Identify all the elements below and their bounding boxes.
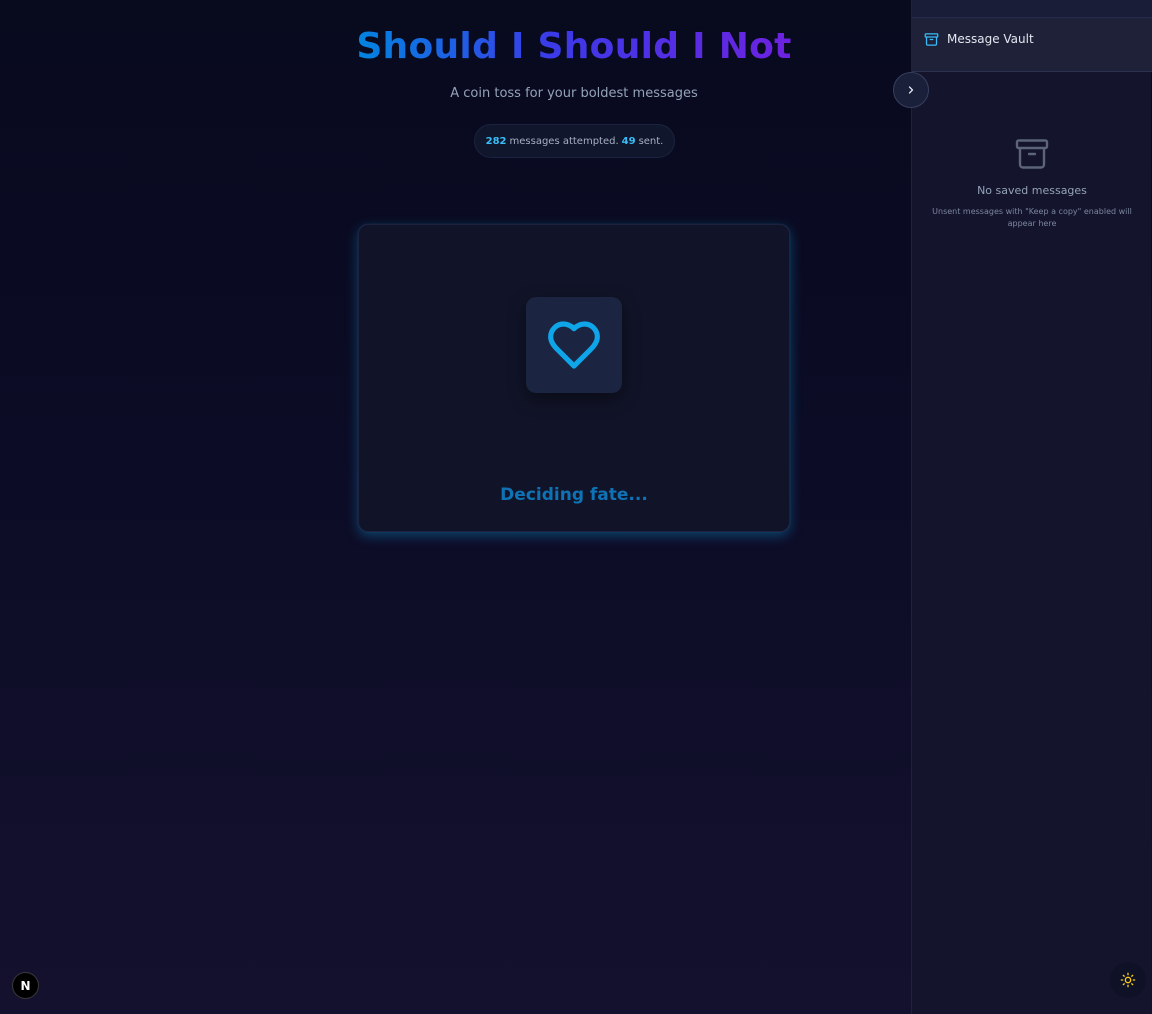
sun-icon <box>1120 972 1136 988</box>
theme-toggle-button[interactable] <box>1110 962 1146 998</box>
sent-label: sent. <box>638 135 664 147</box>
sidebar-toggle-button[interactable] <box>893 72 929 108</box>
sidebar-header: Message Vault <box>912 18 1152 72</box>
attempted-label: messages attempted. <box>509 135 619 147</box>
heart-icon <box>548 321 600 369</box>
sidebar-title: Message Vault <box>947 32 1034 46</box>
archive-icon <box>924 33 939 46</box>
empty-archive-icon <box>1015 139 1049 169</box>
framework-badge[interactable]: N <box>12 972 39 999</box>
badge-letter: N <box>20 978 31 993</box>
heart-icon-container <box>526 297 622 393</box>
empty-title: No saved messages <box>977 184 1087 197</box>
sent-count: 49 <box>621 135 636 147</box>
decision-card: Deciding fate... <box>358 224 790 532</box>
status-text: Deciding fate... <box>500 485 648 505</box>
sidebar-top-strip <box>912 0 1152 18</box>
empty-state: No saved messages Unsent messages with "… <box>912 136 1152 230</box>
main-content: Should I Should I Not A coin toss for yo… <box>0 0 910 1014</box>
stats-pill: 282 messages attempted. 49 sent. <box>474 124 675 158</box>
message-vault-sidebar: Message Vault No saved messages Unsent m… <box>911 0 1152 1014</box>
attempted-count: 282 <box>485 135 507 147</box>
empty-description: Unsent messages with "Keep a copy" enabl… <box>932 207 1132 228</box>
chevron-right-icon <box>908 86 914 94</box>
